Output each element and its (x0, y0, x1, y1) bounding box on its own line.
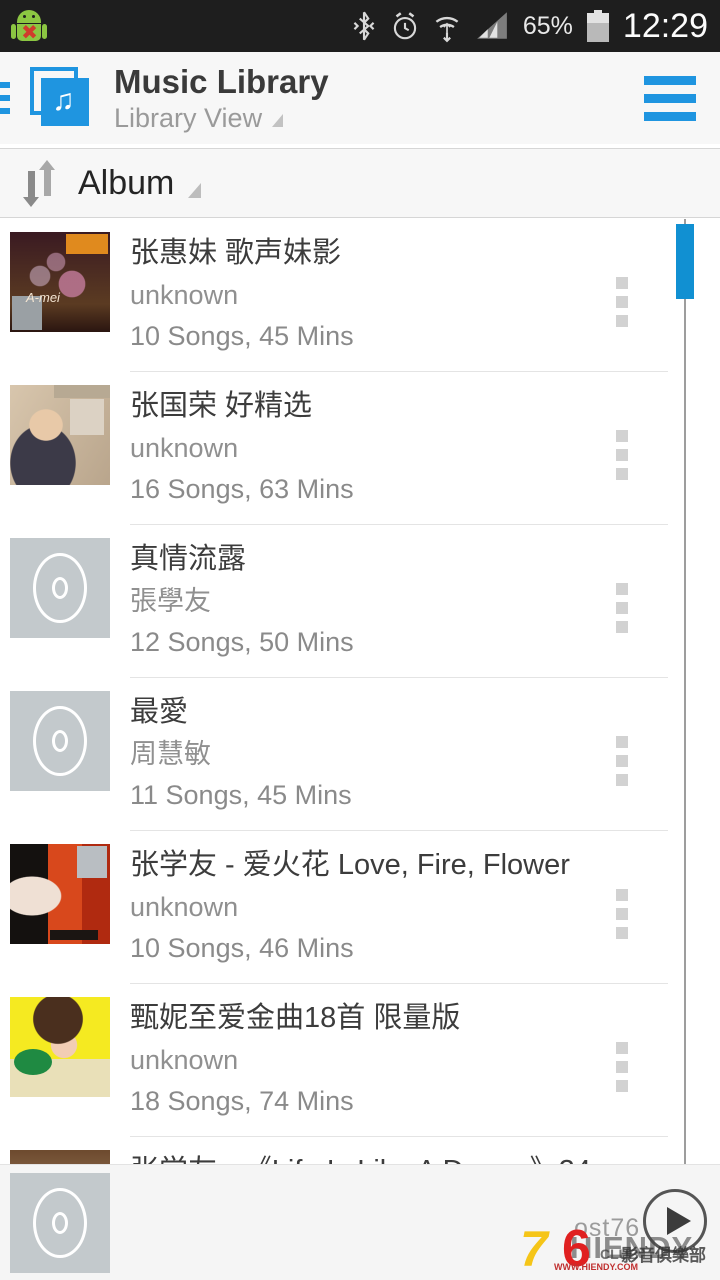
album-artist: unknown (130, 433, 239, 463)
chevron-down-icon[interactable] (188, 182, 202, 198)
more-options-icon[interactable] (616, 583, 628, 633)
android-robot-icon: ✖ (11, 10, 47, 43)
album-list-item[interactable]: 真情流露張學友 12 Songs, 50 Mins (0, 525, 720, 678)
album-art-1: A-mei (10, 232, 110, 332)
watermark-post: ost76 (574, 1214, 641, 1242)
clock-label: 12:29 (622, 6, 708, 45)
album-art-6 (10, 997, 110, 1097)
app-header: ♫ Music Library Library View (0, 52, 720, 144)
album-song-count: 10 Songs, 46 Mins (130, 933, 354, 963)
album-meta: 甄妮至爱金曲18首 限量版 unknown 18 Songs, 74 Mins (130, 984, 720, 1118)
album-song-count: 10 Songs, 45 Mins (130, 321, 354, 351)
album-list-item[interactable]: 张国荣 好精选 unknown 16 Songs, 63 Mins (0, 372, 720, 525)
album-song-count: 18 Songs, 74 Mins (130, 1086, 354, 1116)
album-title: 张国荣 好精选 (130, 390, 313, 422)
subtitle-row[interactable]: Library View (114, 103, 329, 133)
status-bar-right: 65% 12:29 (351, 7, 708, 46)
album-art-7 (10, 1150, 110, 1164)
album-art-2 (10, 385, 110, 485)
album-artist: 周慧敏 (130, 739, 211, 769)
album-list-item[interactable]: A-mei 张惠妹 歌声妹影 unknown 10 Songs, 45 Mins (0, 219, 720, 372)
title-block: Music Library Library View (114, 62, 329, 133)
album-placeholder-icon (10, 538, 110, 638)
album-title: 真情流露 (130, 543, 247, 575)
album-artist: unknown (130, 1045, 239, 1075)
album-title: 最愛 (130, 696, 189, 728)
album-title: 张惠妹 歌声妹影 (130, 237, 342, 269)
watermark-digit-7: 7 (520, 1221, 548, 1277)
more-options-icon[interactable] (616, 736, 628, 786)
album-meta: 张惠妹 歌声妹影 unknown 10 Songs, 45 Mins (130, 219, 720, 353)
now-playing-bar[interactable]: ost76 HIENDY 7 6 CLUB 影音俱樂部 WWW.HIENDY.C… (0, 1164, 720, 1280)
more-options-icon[interactable] (616, 277, 628, 327)
album-song-count: 11 Songs, 45 Mins (130, 780, 352, 810)
album-list[interactable]: A-mei 张惠妹 歌声妹影 unknown 10 Songs, 45 Mins 张国荣… (0, 219, 720, 1164)
wifi-icon (435, 16, 459, 43)
album-placeholder-icon (10, 691, 110, 791)
more-options-icon[interactable] (616, 430, 628, 480)
sort-arrows-icon (22, 160, 62, 207)
album-list-item[interactable]: 甄妮至爱金曲18首 限量版 unknown 18 Songs, 74 Mins (0, 984, 720, 1137)
album-art-5 (10, 844, 110, 944)
sort-field-label: Album (78, 163, 175, 202)
album-song-count: 12 Songs, 50 Mins (130, 627, 354, 657)
more-options-icon[interactable] (616, 889, 628, 939)
album-artist: unknown (130, 892, 239, 922)
edge-menu-icon[interactable] (0, 82, 16, 114)
album-list-item[interactable]: 张学友 - 《Life Is Like A Dream》24 (0, 1137, 720, 1164)
status-bar-left: ✖ (11, 10, 351, 43)
album-artist: 張學友 (130, 586, 211, 616)
album-song-count: 16 Songs, 63 Mins (130, 474, 354, 504)
more-options-icon[interactable] (616, 1042, 628, 1092)
status-bar[interactable]: ✖ 65% 12:29 (0, 0, 720, 52)
album-meta: 张学友 - 爱火花 Love, Fire, Flower unknown 10 So… (130, 831, 720, 965)
hamburger-menu-icon[interactable] (644, 75, 696, 121)
watermark-url: WWW.HIENDY.COM (554, 1262, 638, 1272)
album-list-item[interactable]: 张学友 - 爱火花 Love, Fire, Flower unknown 10 So… (0, 831, 720, 984)
battery-icon (586, 10, 609, 42)
album-meta: 张学友 - 《Life Is Like A Dream》24 (130, 1137, 720, 1164)
watermark-club: CLUB (600, 1246, 639, 1262)
bluetooth-icon (353, 11, 375, 41)
play-icon[interactable] (643, 1189, 707, 1253)
sort-bar[interactable]: Album (0, 148, 720, 218)
scrollbar-thumb[interactable] (676, 224, 694, 299)
album-list-item[interactable]: 最愛周慧敏 11 Songs, 45 Mins (0, 678, 720, 831)
alarm-clock-icon (393, 12, 417, 40)
album-artist: unknown (130, 280, 239, 310)
album-title: 张学友 - 爱火花 Love, Fire, Flower (130, 849, 570, 881)
scrollbar-track[interactable] (684, 219, 686, 1164)
cellular-signal-icon (476, 12, 507, 39)
album-title: 张学友 - 《Life Is Like A Dream》24 (130, 1153, 720, 1164)
page-title: Music Library (114, 62, 329, 100)
album-meta: 张国荣 好精选 unknown 16 Songs, 63 Mins (130, 372, 720, 506)
album-meta: 最愛周慧敏 11 Songs, 45 Mins (130, 678, 720, 812)
album-placeholder-icon (10, 1173, 110, 1273)
view-mode-label: Library View (114, 102, 263, 133)
album-title: 甄妮至爱金曲18首 限量版 (130, 1002, 461, 1034)
chevron-down-icon[interactable] (272, 113, 284, 127)
watermark-digit-6: 6 (562, 1220, 591, 1278)
music-library-icon: ♫ (30, 67, 92, 129)
album-meta: 真情流露張學友 12 Songs, 50 Mins (130, 525, 720, 659)
battery-percent-label: 65% (522, 11, 573, 40)
